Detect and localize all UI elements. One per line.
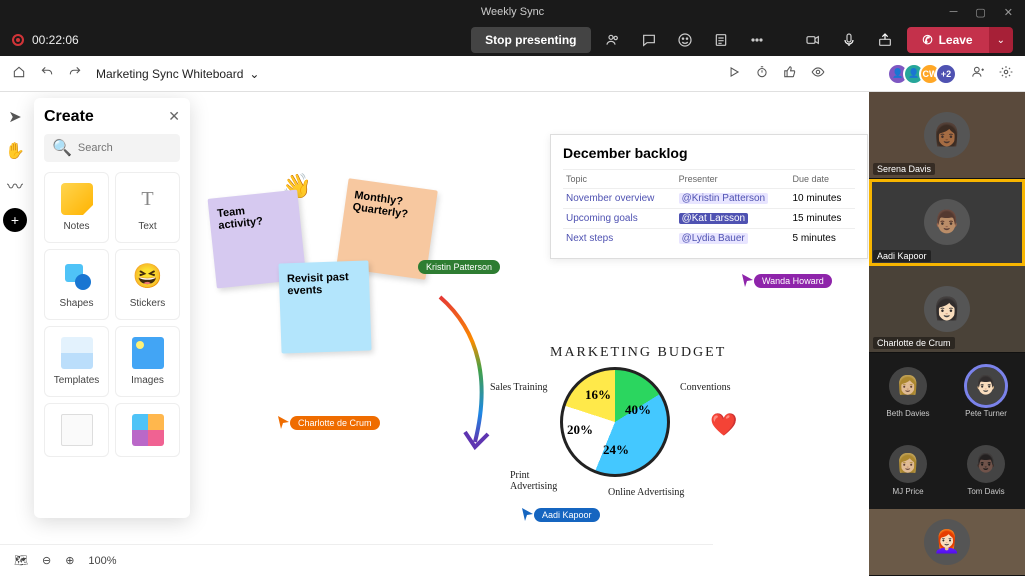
table-row: Next steps@Lydia Bauer5 minutes <box>563 229 855 249</box>
participant-tile[interactable]: 👩🏻Charlotte de Crum <box>869 266 1025 353</box>
participant-tile[interactable]: 👩🏾Serena Davis <box>869 92 1025 179</box>
sticky-note-blue[interactable]: Revisit past events <box>278 260 371 353</box>
presence-tag-kristin: Kristin Patterson <box>418 260 500 274</box>
meeting-timer: 00:22:06 <box>32 33 79 47</box>
presence-cursor-charlotte: Charlotte de Crum <box>278 416 380 430</box>
chevron-down-icon: ⌄ <box>249 67 259 81</box>
pointer-tool-icon[interactable]: ➤ <box>4 106 26 128</box>
chart-title: MARKETING BUDGET <box>550 345 726 361</box>
mic-icon[interactable] <box>835 26 863 54</box>
undo-icon[interactable] <box>40 65 54 82</box>
timer-icon[interactable] <box>755 65 769 82</box>
like-icon[interactable] <box>783 65 797 82</box>
close-icon[interactable]: ✕ <box>1004 6 1013 19</box>
notes-icon[interactable] <box>707 26 735 54</box>
participant-small[interactable]: 👩🏼Beth Davies <box>869 353 947 431</box>
leave-button[interactable]: ✆Leave <box>907 27 989 53</box>
create-shapes[interactable]: Shapes <box>44 249 109 320</box>
create-panel: ✕ Create 🔍 Notes TText Shapes 😆Stickers … <box>34 98 190 518</box>
people-icon[interactable] <box>599 26 627 54</box>
presence-cursor-wanda: Wanda Howard <box>742 274 832 288</box>
window-title: Weekly Sync <box>481 6 544 18</box>
table-row: November overview@Kristin Patterson10 mi… <box>563 189 855 209</box>
redo-icon[interactable] <box>68 65 82 82</box>
canvas-footer: 🗺 ⊖ ⊕ 100% <box>0 544 713 576</box>
whiteboard-canvas[interactable]: ➤ ✋ 〰 + ✕ Create 🔍 Notes TText Shapes 😆S… <box>0 92 869 576</box>
leave-dropdown[interactable]: ⌄ <box>989 27 1013 53</box>
invite-icon[interactable] <box>971 65 985 82</box>
create-templates[interactable]: Templates <box>44 326 109 397</box>
camera-icon[interactable] <box>799 26 827 54</box>
share-icon[interactable] <box>871 26 899 54</box>
create-more-doc[interactable] <box>44 403 109 457</box>
collaborator-avatars[interactable]: 👤 👤 CW +2 <box>893 63 957 85</box>
visibility-icon[interactable] <box>811 65 825 82</box>
zoom-level[interactable]: 100% <box>88 555 116 567</box>
heart-sticker-icon[interactable]: ❤️ <box>710 412 737 438</box>
stop-presenting-button[interactable]: Stop presenting <box>471 27 590 53</box>
participant-small[interactable]: 👩🏼MJ Price <box>869 431 947 509</box>
close-panel-icon[interactable]: ✕ <box>168 108 180 125</box>
window-titlebar: Weekly Sync ─ ▢ ✕ <box>0 0 1025 24</box>
participant-tile[interactable]: 👨🏽Aadi Kapoor <box>869 179 1025 266</box>
map-icon[interactable]: 🗺 <box>14 554 28 567</box>
search-icon: 🔍 <box>52 138 72 158</box>
meeting-toolbar: 00:22:06 Stop presenting ✆Leave ⌄ <box>0 24 1025 56</box>
whiteboard-toolbar: Marketing Sync Whiteboard ⌄ 👤 👤 CW +2 <box>0 56 1025 92</box>
search-input[interactable] <box>78 142 190 154</box>
zoom-in-icon[interactable]: ⊕ <box>65 554 74 567</box>
backlog-table[interactable]: December backlog TopicPresenterDue date … <box>550 134 868 259</box>
more-icon[interactable] <box>743 26 771 54</box>
pen-tool-icon[interactable]: 〰 <box>4 174 26 196</box>
home-icon[interactable] <box>12 65 26 82</box>
add-content-button[interactable]: + <box>3 208 27 232</box>
create-search[interactable]: 🔍 <box>44 134 180 162</box>
table-title: December backlog <box>563 145 855 161</box>
settings-icon[interactable] <box>999 65 1013 82</box>
participant-small[interactable]: 👨🏻Pete Turner <box>947 353 1025 431</box>
create-notes[interactable]: Notes <box>44 172 109 243</box>
create-images[interactable]: Images <box>115 326 180 397</box>
create-more-grid[interactable] <box>115 403 180 457</box>
reactions-icon[interactable] <box>671 26 699 54</box>
zoom-out-icon[interactable]: ⊖ <box>42 554 51 567</box>
pan-tool-icon[interactable]: ✋ <box>4 140 26 162</box>
minimize-icon[interactable]: ─ <box>950 6 958 19</box>
participant-small[interactable]: 👨🏿Tom Davis <box>947 431 1025 509</box>
chat-icon[interactable] <box>635 26 663 54</box>
presence-cursor-aadi: Aadi Kapoor <box>522 508 600 522</box>
participant-tile[interactable]: 👩🏻‍🦰 <box>869 509 1025 576</box>
create-heading: Create <box>44 108 180 126</box>
create-text[interactable]: TText <box>115 172 180 243</box>
arrow-drawing <box>420 292 510 452</box>
participants-panel: 👩🏾Serena Davis 👨🏽Aadi Kapoor 👩🏻Charlotte… <box>869 92 1025 576</box>
play-icon[interactable] <box>727 65 741 82</box>
create-stickers[interactable]: 😆Stickers <box>115 249 180 320</box>
recording-indicator-icon <box>12 34 24 46</box>
table-row: Upcoming goals@Kat Larsson15 minutes <box>563 209 855 229</box>
whiteboard-title[interactable]: Marketing Sync Whiteboard ⌄ <box>96 67 259 81</box>
maximize-icon[interactable]: ▢ <box>975 6 985 19</box>
